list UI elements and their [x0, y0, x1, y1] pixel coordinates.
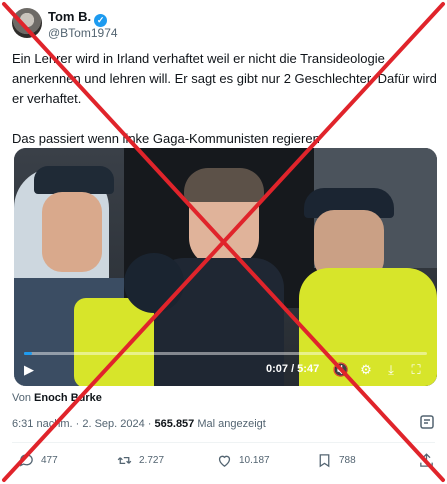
like-count: 10.187: [239, 455, 270, 466]
tweet-header: Tom B. ✓ @BTom1974: [12, 6, 432, 42]
tweet-paragraph: Das passiert wenn linke Gaga-Kommunisten…: [12, 131, 320, 146]
video-progress-bar[interactable]: [24, 352, 427, 355]
repost-count: 2.727: [139, 455, 165, 466]
minimize-icon[interactable]: ⤓: [382, 361, 400, 379]
tweet-time[interactable]: 6:31 nachm.: [12, 418, 73, 430]
video-source-prefix: Von: [12, 392, 31, 404]
share-icon: [420, 453, 433, 467]
repost-button[interactable]: 2.727: [116, 452, 164, 469]
heart-icon: [218, 455, 231, 467]
video-time: 0:07 / 5:47: [266, 363, 320, 375]
settings-icon[interactable]: ⚙: [357, 361, 375, 379]
share-button[interactable]: [418, 452, 435, 469]
bookmark-button[interactable]: 788: [316, 452, 356, 469]
reply-icon: [19, 454, 33, 467]
reply-count: 477: [41, 455, 58, 466]
grok-icon[interactable]: [419, 414, 435, 433]
tweet-meta: 6:31 nachm. · 2. Sep. 2024 · 565.857 Mal…: [12, 418, 266, 430]
author-name-row[interactable]: Tom B. ✓: [48, 9, 108, 27]
views-label: Mal angezeigt: [197, 418, 266, 430]
play-icon[interactable]: ▶: [24, 362, 40, 378]
tweet-text: Ein Lehrer wird in Irland verhaftet weil…: [12, 49, 437, 149]
video-player[interactable]: ▶ 0:07 / 5:47 🔇 ⚙ ⤓ ⛶: [14, 148, 437, 386]
reply-button[interactable]: 477: [18, 452, 58, 469]
tweet-date[interactable]: 2. Sep. 2024: [82, 418, 144, 430]
fullscreen-icon[interactable]: ⛶: [407, 361, 425, 379]
volume-muted-icon[interactable]: 🔇: [332, 361, 350, 379]
bookmark-icon: [319, 454, 330, 468]
meta-separator: ·: [75, 418, 80, 430]
views-count: 565.857: [154, 418, 195, 430]
author-handle[interactable]: @BTom1974: [48, 26, 118, 40]
author-name[interactable]: Tom B.: [48, 9, 91, 24]
video-source: Von Enoch Burke: [12, 392, 102, 404]
meta-separator: ·: [147, 418, 152, 430]
video-progress-fill: [24, 352, 33, 355]
like-button[interactable]: 10.187: [216, 452, 270, 469]
repost-icon: [117, 457, 132, 464]
tweet-paragraph: Ein Lehrer wird in Irland verhaftet weil…: [12, 51, 437, 106]
bookmark-count: 788: [339, 455, 356, 466]
avatar[interactable]: [12, 8, 42, 38]
video-source-name[interactable]: Enoch Burke: [34, 392, 102, 404]
video-frame: [14, 148, 437, 386]
divider: [12, 442, 435, 443]
action-bar: 477 2.727 10.187 788: [0, 452, 447, 476]
